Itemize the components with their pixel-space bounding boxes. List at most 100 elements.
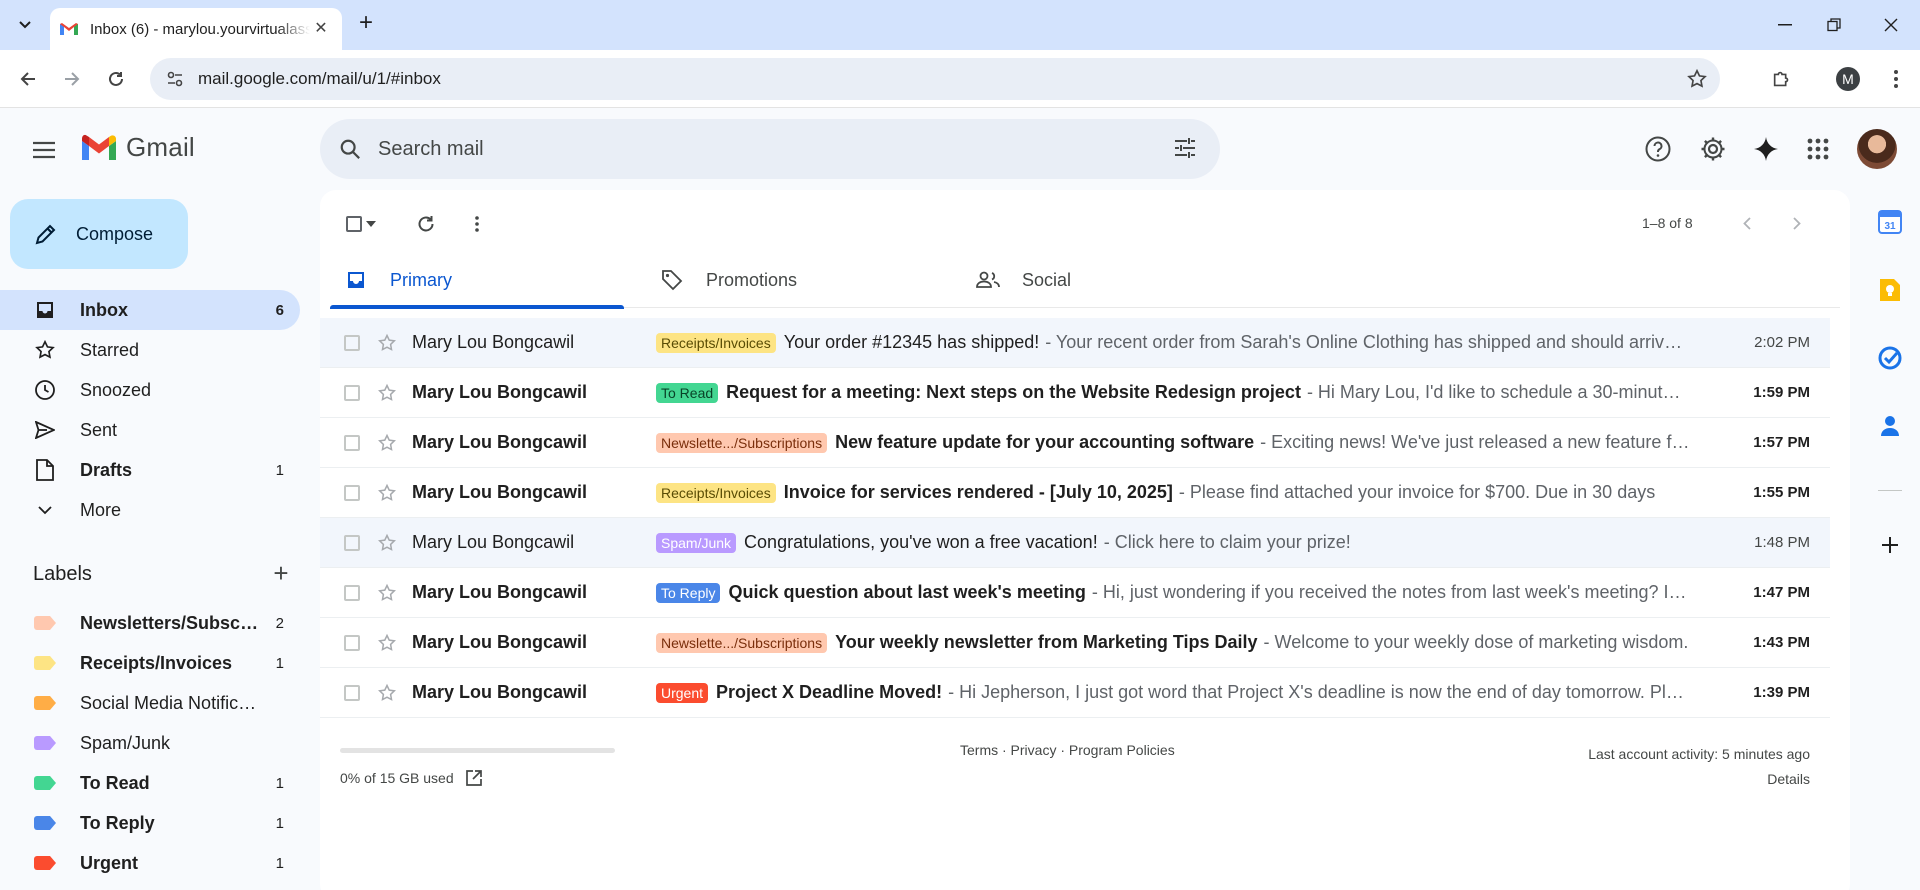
address-bar[interactable]: mail.google.com/mail/u/1/#inbox [150, 58, 1720, 100]
google-apps-button[interactable] [1800, 131, 1836, 167]
nav-item-snoozed[interactable]: Snoozed [0, 370, 300, 410]
nav-item-drafts[interactable]: Drafts 1 [0, 450, 300, 490]
help-button[interactable] [1640, 131, 1676, 167]
restore-button[interactable] [1805, 0, 1863, 50]
row-checkbox[interactable] [344, 634, 360, 651]
details-link[interactable]: Details [1588, 767, 1810, 792]
nav-item-sent[interactable]: Sent [0, 410, 300, 450]
email-row[interactable]: Mary Lou Bongcawil To Reply Quick questi… [320, 568, 1830, 618]
nav-item-more[interactable]: More [0, 490, 300, 530]
email-row[interactable]: Mary Lou Bongcawil Urgent Project X Dead… [320, 668, 1830, 718]
label-item-to-read[interactable]: To Read 1 [0, 763, 300, 803]
external-link-icon[interactable] [464, 768, 484, 788]
puzzle-icon [1773, 71, 1789, 87]
forward-button[interactable] [56, 63, 88, 95]
newer-page-button[interactable] [1732, 208, 1762, 238]
label-item-social-media[interactable]: Social Media Notifications [0, 683, 300, 723]
site-info-icon[interactable] [164, 68, 186, 90]
browser-tab-gmail[interactable]: Inbox (6) - marylou.yourvirtualassistant… [50, 8, 342, 50]
label-name: To Reply [80, 812, 155, 833]
label-item-to-reply[interactable]: To Reply 1 [0, 803, 300, 843]
email-row[interactable]: Mary Lou Bongcawil To Read Request for a… [320, 368, 1830, 418]
search-bar[interactable] [320, 119, 1220, 179]
new-tab-button[interactable]: + [352, 10, 380, 38]
email-row[interactable]: Mary Lou Bongcawil Receipts/Invoices Inv… [320, 468, 1830, 518]
label-item-urgent[interactable]: Urgent 1 [0, 843, 300, 883]
row-checkbox[interactable] [344, 384, 360, 401]
star-icon[interactable] [376, 532, 398, 554]
search-input[interactable] [378, 137, 1138, 161]
label-item-spam[interactable]: Spam/Junk [0, 723, 300, 763]
tab-search-button[interactable] [10, 10, 40, 40]
keep-app-button[interactable] [1874, 274, 1906, 306]
label-chip[interactable]: To Read [656, 382, 719, 403]
email-row[interactable]: Mary Lou Bongcawil Receipts/Invoices You… [320, 318, 1830, 368]
row-checkbox[interactable] [344, 684, 360, 701]
bookmark-star-icon[interactable] [1686, 68, 1708, 90]
get-addons-button[interactable] [1874, 529, 1906, 561]
label-chip[interactable]: Receipts/Invoices [656, 482, 776, 503]
star-icon[interactable] [376, 332, 398, 354]
reload-button[interactable] [100, 63, 132, 95]
star-icon[interactable] [376, 682, 398, 704]
email-time: 1:39 PM [1753, 684, 1810, 701]
back-button[interactable] [12, 63, 44, 95]
label-chip[interactable]: Urgent [656, 682, 709, 703]
row-checkbox[interactable] [344, 334, 360, 351]
star-icon[interactable] [376, 382, 398, 404]
calendar-app-button[interactable]: 31 [1874, 206, 1906, 238]
label-name: To Read [80, 772, 150, 793]
search-options-icon[interactable] [1172, 135, 1200, 163]
gmail-logo[interactable]: Gmail [80, 132, 195, 163]
browser-toolbar: mail.google.com/mail/u/1/#inbox M [0, 50, 1920, 108]
settings-button[interactable] [1695, 131, 1731, 167]
label-chip[interactable]: Newslette.../Subscriptions [656, 432, 828, 453]
search-icon[interactable] [336, 135, 364, 163]
row-checkbox[interactable] [344, 434, 360, 451]
row-checkbox[interactable] [344, 534, 360, 551]
row-checkbox[interactable] [344, 484, 360, 501]
close-window-button[interactable] [1862, 0, 1920, 50]
gear-icon [1701, 137, 1725, 161]
label-name: Urgent [80, 852, 138, 873]
account-avatar[interactable] [1857, 129, 1897, 169]
tab-social[interactable]: Social [962, 252, 1278, 308]
tab-primary[interactable]: Primary [330, 252, 646, 309]
star-icon[interactable] [376, 482, 398, 504]
main-menu-button[interactable] [28, 134, 60, 166]
row-checkbox[interactable] [344, 584, 360, 601]
tab-promotions[interactable]: Promotions [646, 252, 962, 308]
refresh-button[interactable] [410, 208, 442, 240]
email-row[interactable]: Mary Lou Bongcawil Spam/Junk Congratulat… [320, 518, 1830, 568]
extensions-button[interactable] [1766, 63, 1798, 95]
label-item-newsletters[interactable]: Newsletters/Subscriptions 2 [0, 603, 300, 643]
older-page-button[interactable] [1782, 208, 1812, 238]
label-chip[interactable]: To Reply [656, 582, 721, 603]
close-tab-icon[interactable]: ✕ [312, 20, 330, 38]
create-label-icon[interactable]: + [269, 560, 293, 586]
star-icon[interactable] [376, 582, 398, 604]
select-dropdown-icon[interactable] [362, 208, 380, 240]
browser-menu-button[interactable] [1880, 63, 1912, 95]
gemini-button[interactable] [1748, 131, 1784, 167]
more-actions-button[interactable] [461, 208, 493, 240]
nav-item-inbox[interactable]: Inbox 6 [0, 290, 300, 330]
refresh-icon [418, 216, 434, 232]
email-row[interactable]: Mary Lou Bongcawil Newslette.../Subscrip… [320, 418, 1830, 468]
compose-button[interactable]: Compose [10, 199, 188, 269]
tasks-app-button[interactable] [1874, 342, 1906, 374]
label-item-receipts[interactable]: Receipts/Invoices 1 [0, 643, 300, 683]
label-chip[interactable]: Newslette.../Subscriptions [656, 632, 828, 653]
star-icon[interactable] [376, 632, 398, 654]
label-count: 2 [275, 614, 284, 632]
label-chip[interactable]: Spam/Junk [656, 532, 737, 553]
footer-links[interactable]: Terms · Privacy · Program Policies [960, 742, 1175, 758]
star-icon[interactable] [376, 432, 398, 454]
nav-item-starred[interactable]: Starred [0, 330, 300, 370]
email-row[interactable]: Mary Lou Bongcawil Newslette.../Subscrip… [320, 618, 1830, 668]
contacts-app-button[interactable] [1874, 410, 1906, 442]
profile-button[interactable]: M [1832, 63, 1864, 95]
label-chip[interactable]: Receipts/Invoices [656, 332, 776, 353]
email-time: 1:57 PM [1753, 434, 1810, 451]
nav-label: Snoozed [80, 379, 152, 400]
